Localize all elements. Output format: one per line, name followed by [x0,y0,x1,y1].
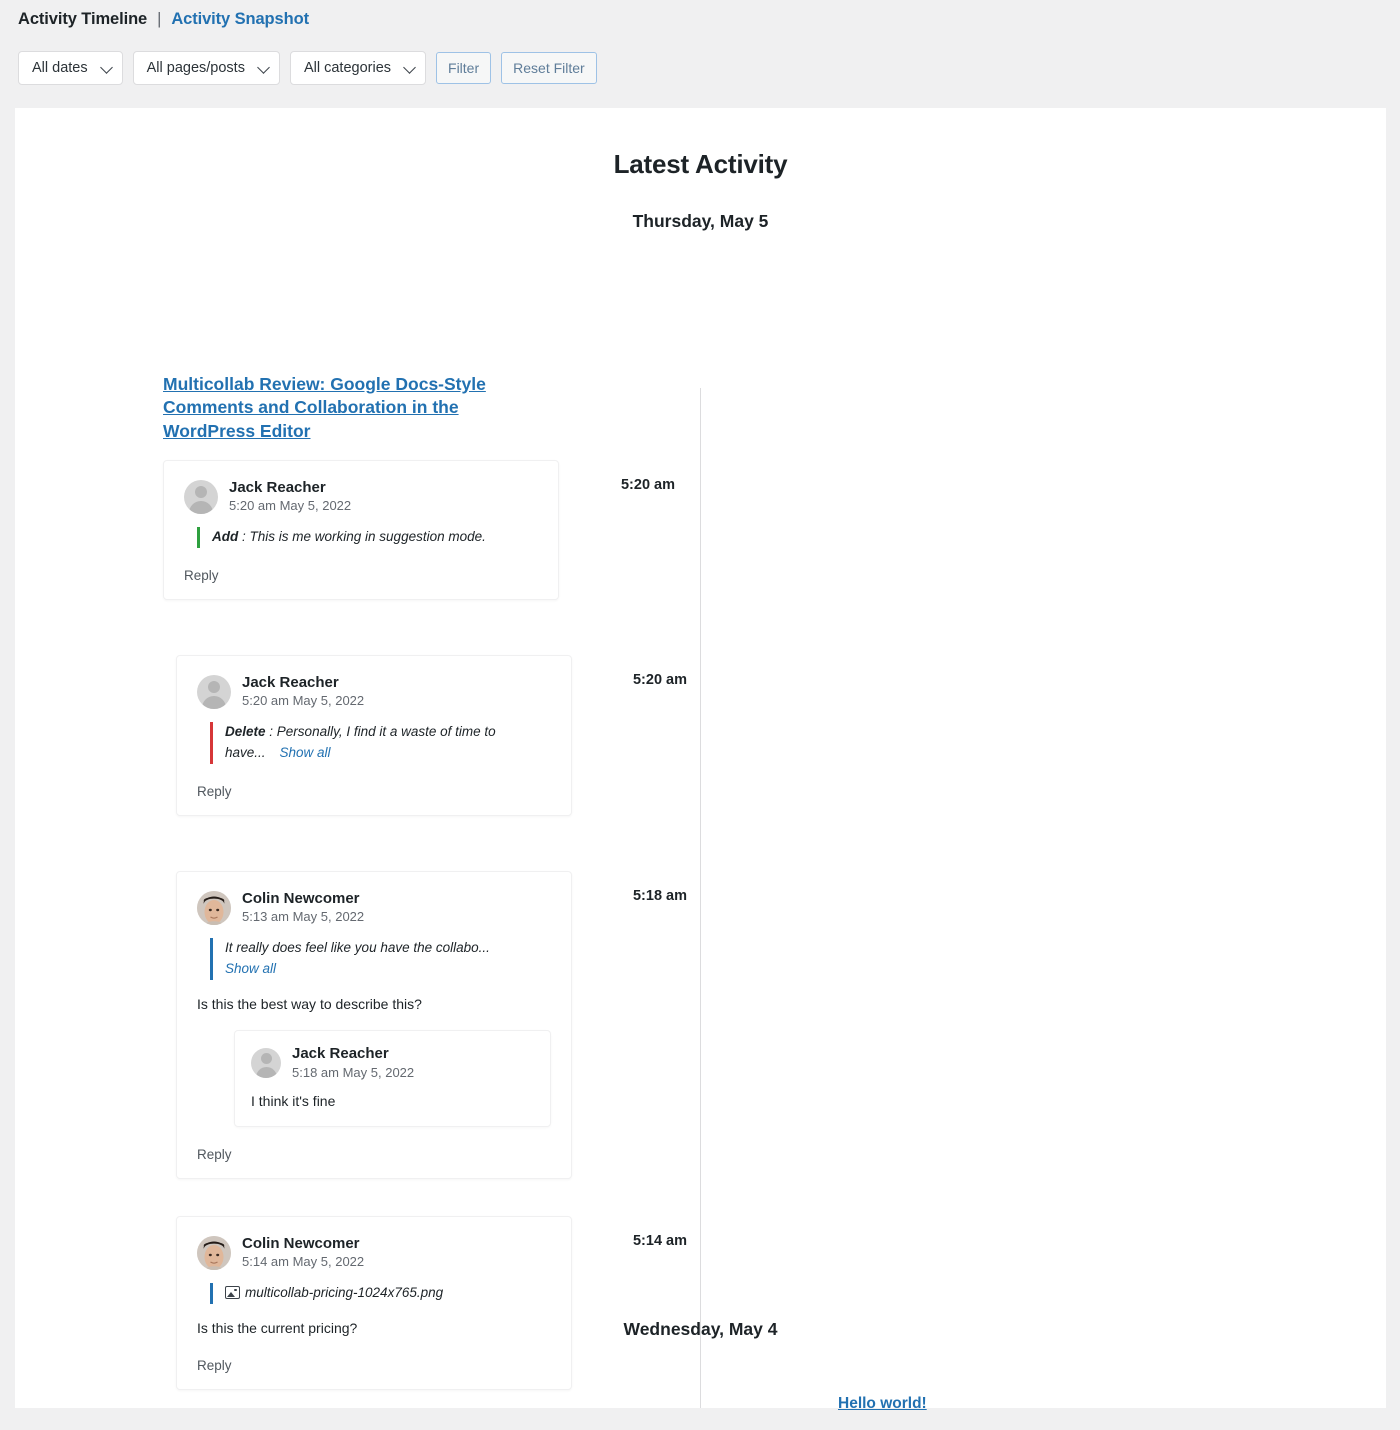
comment-header: Jack Reacher 5:20 am May 5, 2022 [197,674,551,709]
comment-timestamp: 5:20 am May 5, 2022 [229,498,352,514]
show-all-link[interactable]: Show all [280,745,331,760]
comment-body: Is this the best way to describe this? [197,996,422,1012]
nested-reply-card: Jack Reacher 5:18 am May 5, 2022 I think… [234,1030,551,1127]
comment-header: Colin Newcomer 5:14 am May 5, 2022 [197,1235,551,1270]
reply-link[interactable]: Reply [197,1358,551,1373]
categories-select[interactable]: All categories [289,51,427,85]
reply-link[interactable]: Reply [197,1147,551,1162]
entry-stamp: 5:14 am [632,1233,687,1249]
activity-panel: Latest Activity Thursday, May 5 Multicol… [15,108,1386,1408]
post-title-link[interactable]: Multicollab Review: Google Docs-Style Co… [163,373,513,443]
comment-timestamp: 5:20 am May 5, 2022 [242,693,365,709]
quote-text: It really does feel like you have the co… [225,940,490,956]
comment-timestamp: 5:14 am May 5, 2022 [242,1254,365,1270]
comment-quote: Add : This is me working in suggestion m… [197,527,538,549]
page-header: Activity Timeline | Activity Snapshot Al… [0,0,1400,108]
comment-body: I think it's fine [251,1093,336,1110]
avatar [197,890,231,925]
comment-timestamp: 5:18 am May 5, 2022 [292,1064,415,1080]
title-row: Activity Timeline | Activity Snapshot [18,10,1382,29]
comment-quote: Delete : Personally, I find it a waste o… [210,722,551,764]
comment-author: Colin Newcomer [242,890,360,907]
page-title: Activity Timeline [18,10,148,28]
comment-meta: Colin Newcomer 5:14 am May 5, 2022 [242,1235,364,1270]
categories-select-label: All categories [303,60,392,76]
comment-meta: Colin Newcomer 5:13 am May 5, 2022 [242,890,364,925]
quote-text: This is me working in suggestion mode. [249,529,486,545]
hello-world-link[interactable]: Hello world! [838,1395,927,1413]
avatar [197,1235,231,1270]
comment-author: Jack Reacher [242,674,339,691]
chevron-down-icon [403,61,416,74]
comment-quote: It really does feel like you have the co… [210,938,551,980]
avatar-photo-icon [197,890,231,925]
comment-timestamp: 5:13 am May 5, 2022 [242,909,365,925]
avatar [197,674,231,709]
entry-stamp: 5:20 am [632,672,687,688]
attachment-filename: multicollab-pricing-1024x765.png [245,1285,444,1301]
panel-title: Latest Activity [613,149,788,179]
quote-separator: : [265,724,277,740]
reset-filter-button[interactable]: Reset Filter [501,52,597,84]
avatar [251,1047,281,1078]
comment-header: Colin Newcomer 5:13 am May 5, 2022 [197,890,551,925]
comment-author: Colin Newcomer [242,1235,360,1252]
reply-link[interactable]: Reply [184,568,538,583]
comment-header: Jack Reacher 5:18 am May 5, 2022 [251,1045,534,1080]
quote-separator: : [238,529,250,545]
comment-card: Jack Reacher 5:20 am May 5, 2022 Add : T… [163,460,559,601]
avatar-photo-icon [197,1235,231,1270]
comment-card: Colin Newcomer 5:14 am May 5, 2022 multi… [176,1216,572,1391]
comment-attachment: multicollab-pricing-1024x765.png [210,1283,551,1305]
reply-link[interactable]: Reply [197,784,551,799]
filter-button[interactable]: Filter [436,52,492,84]
comment-meta: Jack Reacher 5:20 am May 5, 2022 [229,479,351,514]
day-heading-two: Wednesday, May 4 [623,1319,778,1339]
show-all-link[interactable]: Show all [225,959,551,980]
comment-author: Jack Reacher [292,1045,389,1063]
filter-toolbar: All dates All pages/posts All categories… [18,51,1382,108]
comment-author: Jack Reacher [229,479,326,496]
quote-label: Add [212,529,239,545]
title-separator: | [157,10,162,28]
day-heading-one: Thursday, May 5 [632,211,769,231]
chevron-down-icon [257,61,270,74]
comment-card: Colin Newcomer 5:13 am May 5, 2022 It re… [176,871,572,1179]
comment-meta: Jack Reacher 5:20 am May 5, 2022 [242,674,364,709]
pages-select[interactable]: All pages/posts [132,51,280,85]
avatar [184,479,218,514]
dates-select[interactable]: All dates [18,51,123,85]
comment-header: Jack Reacher 5:20 am May 5, 2022 [184,479,538,514]
chevron-down-icon [99,61,113,74]
timeline-axis-upper [700,388,701,1408]
entry-stamp: 5:20 am [620,477,675,493]
activity-snapshot-link[interactable]: Activity Snapshot [171,10,309,29]
comment-card: Jack Reacher 5:20 am May 5, 2022 Delete … [176,655,572,816]
comment-meta: Jack Reacher 5:18 am May 5, 2022 [292,1045,414,1080]
entry-stamp: 5:18 am [632,888,687,904]
dates-select-label: All dates [32,60,88,76]
quote-label: Delete [225,724,266,740]
pages-select-label: All pages/posts [146,60,245,76]
image-icon [225,1286,240,1300]
